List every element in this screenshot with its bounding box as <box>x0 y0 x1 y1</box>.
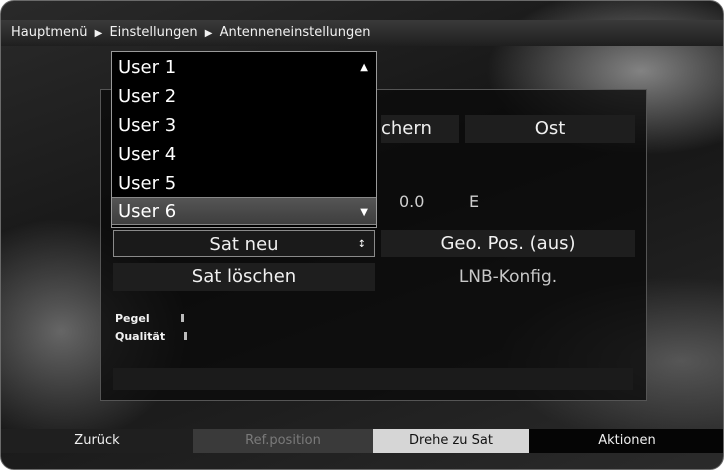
quality-meter <box>184 332 187 340</box>
scroll-up-icon[interactable]: ▲ <box>360 54 368 82</box>
scroll-down-icon[interactable]: ▼ <box>360 199 368 227</box>
position-direction: E <box>469 192 480 211</box>
save-button[interactable]: chern <box>381 115 459 143</box>
back-button[interactable]: Zurück <box>1 429 193 453</box>
dropdown-item-user-6[interactable]: User 6 ▼ <box>112 197 376 225</box>
quality-label: Qualität <box>115 330 166 343</box>
sat-new-label: Sat neu <box>209 234 279 255</box>
breadcrumb-item-main-menu[interactable]: Hauptmenü <box>11 25 87 40</box>
chevron-right-icon: ▶ <box>94 28 103 39</box>
dropdown-item-label: User 1 <box>118 57 177 78</box>
breadcrumb: Hauptmenü ▶ Einstellungen ▶ Antenneneins… <box>1 20 723 46</box>
ref-position-button[interactable]: Ref.position <box>193 429 373 453</box>
dropdown-item-label: User 6 <box>118 201 177 222</box>
dropdown-item-user-3[interactable]: User 3 <box>112 112 376 140</box>
level-label: Pegel <box>115 312 150 325</box>
direction-east-button[interactable]: Ost <box>465 115 635 143</box>
sat-delete-button[interactable]: Sat löschen <box>113 263 375 291</box>
satellite-dropdown-list[interactable]: User 1 ▲ User 2 User 3 User 4 User 5 Use… <box>111 51 377 228</box>
position-value: 0.0 <box>399 192 425 211</box>
dropdown-item-user-5[interactable]: User 5 <box>112 170 376 198</box>
dropdown-item-user-2[interactable]: User 2 <box>112 83 376 111</box>
dropdown-item-user-4[interactable]: User 4 <box>112 141 376 169</box>
breadcrumb-item-settings[interactable]: Einstellungen <box>109 25 197 40</box>
geo-position-button[interactable]: Geo. Pos. (aus) <box>381 230 635 257</box>
level-meter <box>181 314 184 322</box>
updown-icon: ↕ <box>357 239 366 250</box>
sat-new-button[interactable]: Sat neu ↕ <box>113 230 375 257</box>
tv-screen: Hauptmenü ▶ Einstellungen ▶ Antenneneins… <box>0 0 724 470</box>
footer-bar: Zurück Ref.position Drehe zu Sat Aktione… <box>1 429 723 453</box>
lnb-config-button[interactable]: LNB-Konfig. <box>381 263 635 291</box>
breadcrumb-item-antenna-settings: Antenneneinstellungen <box>219 25 371 40</box>
actions-button[interactable]: Aktionen <box>529 429 723 453</box>
chevron-right-icon: ▶ <box>204 28 213 39</box>
info-field <box>113 368 633 390</box>
turn-to-sat-button[interactable]: Drehe zu Sat <box>373 429 529 453</box>
dropdown-item-user-1[interactable]: User 1 ▲ <box>112 54 376 82</box>
